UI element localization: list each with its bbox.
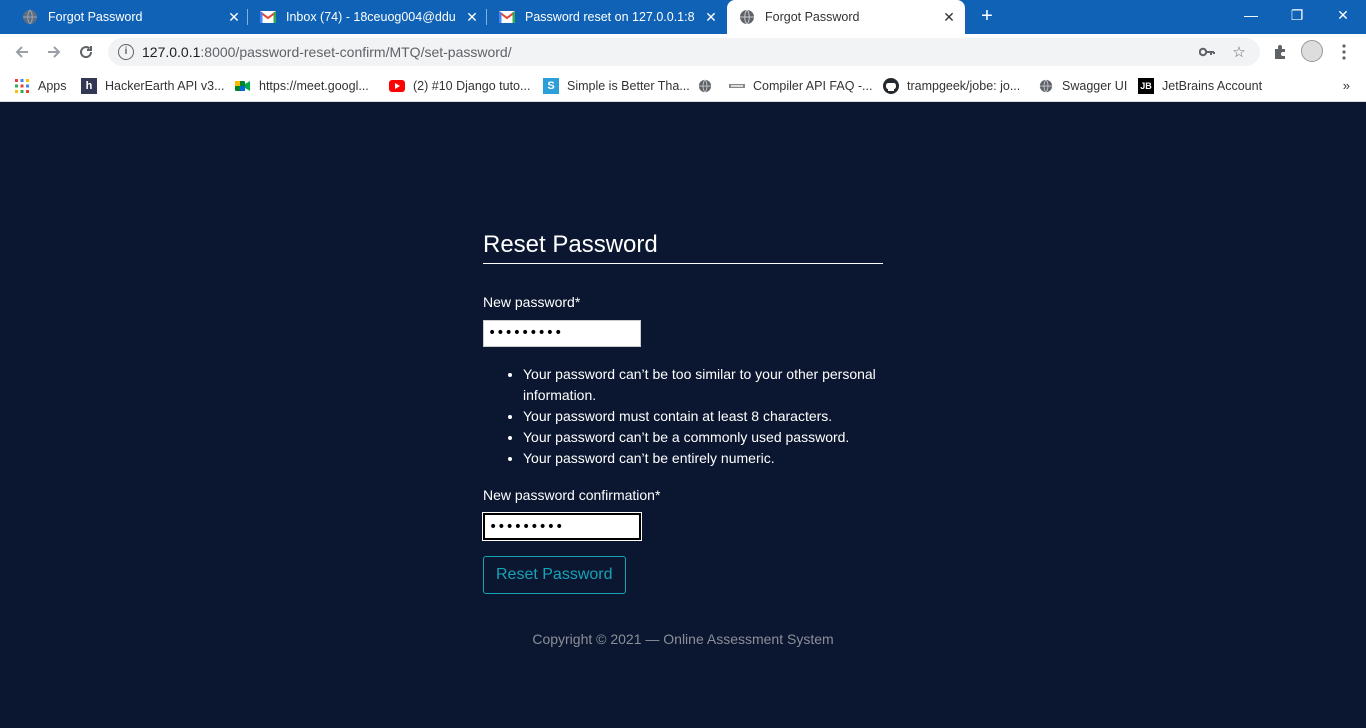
footer-copyright: Copyright © 2021 — Online Assessment Sys… xyxy=(532,631,834,647)
tab-forgot-password-active[interactable]: Forgot Password ✕ xyxy=(727,0,965,34)
forward-button[interactable] xyxy=(42,40,66,64)
minimize-button[interactable]: — xyxy=(1228,0,1274,30)
bookmark-simple-is-better[interactable]: S Simple is Better Tha... xyxy=(543,76,690,96)
hackerearth-icon: h xyxy=(81,78,97,94)
new-password-input[interactable]: ••••••••• xyxy=(483,320,641,347)
help-item: Your password can’t be entirely numeric. xyxy=(523,448,883,469)
gmail-icon xyxy=(260,9,276,25)
bookmark-jetbrains[interactable]: JB JetBrains Account xyxy=(1138,76,1262,96)
help-item: Your password can’t be too similar to yo… xyxy=(523,364,883,406)
star-icon[interactable]: ☆ xyxy=(1230,43,1248,61)
gmail-icon xyxy=(499,9,515,25)
bookmark-label: Apps xyxy=(38,79,67,93)
tab-strip: Forgot Password ✕ Inbox (74) - 18ceuog00… xyxy=(0,0,1366,34)
globe-icon xyxy=(1038,78,1054,94)
reset-password-form: Reset Password New password* ••••••••• Y… xyxy=(482,231,883,594)
bookmark-label: Compiler API FAQ -... xyxy=(753,79,873,93)
bookmark-label: HackerEarth API v3... xyxy=(105,79,225,93)
globe-icon xyxy=(697,78,713,94)
new-tab-button[interactable]: + xyxy=(977,6,997,26)
bookmark-google-meet[interactable]: https://meet.googl... xyxy=(235,76,369,96)
globe-icon xyxy=(739,9,755,25)
tab-title: Password reset on 127.0.0.1:8000 xyxy=(525,10,695,24)
tab-password-reset-email[interactable]: Password reset on 127.0.0.1:8000 ✕ xyxy=(489,0,725,34)
bookmark-label: Swagger UI xyxy=(1062,79,1128,93)
tab-title: Inbox (74) - 18ceuog004@ddu.ac xyxy=(286,10,456,24)
close-icon[interactable]: ✕ xyxy=(703,9,719,25)
extensions-icon[interactable] xyxy=(1270,42,1290,62)
password-help-list: Your password can’t be too similar to yo… xyxy=(483,364,883,469)
bookmark-compiler-api[interactable]: Compiler API FAQ -... xyxy=(729,76,872,96)
confirm-password-label: New password confirmation* xyxy=(483,487,661,503)
bookmark-globe[interactable] xyxy=(697,76,721,96)
restore-button[interactable]: ❐ xyxy=(1274,0,1320,30)
bookmark-swagger-ui[interactable]: Swagger UI xyxy=(1038,76,1127,96)
bookmark-label: JetBrains Account xyxy=(1162,79,1263,93)
key-icon[interactable] xyxy=(1198,43,1216,61)
help-item: Your password can’t be a commonly used p… xyxy=(523,427,883,448)
github-icon xyxy=(883,78,899,94)
tab-gmail-inbox[interactable]: Inbox (74) - 18ceuog004@ddu.ac ✕ xyxy=(250,0,486,34)
tab-title: Forgot Password xyxy=(48,10,143,24)
new-password-label: New password* xyxy=(483,294,581,310)
close-icon[interactable]: ✕ xyxy=(464,9,480,25)
reset-password-button[interactable]: Reset Password xyxy=(483,556,626,594)
bookmark-apps[interactable]: Apps xyxy=(14,76,67,96)
confirm-password-input[interactable]: ••••••••• xyxy=(482,512,642,541)
jetbrains-icon: JB xyxy=(1138,78,1154,94)
page-title: Reset Password xyxy=(483,231,883,264)
meet-icon xyxy=(235,78,251,94)
address-bar[interactable]: i 127.0.0.1:8000/password-reset-confirm/… xyxy=(108,38,1260,66)
tab-title: Forgot Password xyxy=(765,10,860,24)
bookmark-hackerearth[interactable]: h HackerEarth API v3... xyxy=(81,76,225,96)
youtube-icon xyxy=(389,78,405,94)
bookmark-youtube-django[interactable]: (2) #10 Django tuto... xyxy=(389,76,530,96)
bookmarks-overflow-button[interactable]: » xyxy=(1343,78,1350,93)
menu-kebab-icon[interactable] xyxy=(1334,42,1354,62)
bookmarks-bar: Apps h HackerEarth API v3... https://mee… xyxy=(0,70,1366,102)
bookmark-label: trampgeek/jobe: jo... xyxy=(907,79,1021,93)
simple-icon: S xyxy=(543,78,559,94)
reload-button[interactable] xyxy=(74,40,98,64)
browser-toolbar: i 127.0.0.1:8000/password-reset-confirm/… xyxy=(0,34,1366,70)
bookmark-label: Simple is Better Tha... xyxy=(567,79,690,93)
compiler-icon xyxy=(729,78,745,94)
page-content: Reset Password New password* ••••••••• Y… xyxy=(0,103,1366,728)
url-text: 127.0.0.1:8000/password-reset-confirm/MT… xyxy=(142,44,512,60)
info-icon[interactable]: i xyxy=(118,44,134,60)
bookmark-github-jobe[interactable]: trampgeek/jobe: jo... xyxy=(883,76,1020,96)
close-icon[interactable]: ✕ xyxy=(941,9,957,25)
close-icon[interactable]: ✕ xyxy=(226,9,242,25)
back-button[interactable] xyxy=(10,40,34,64)
help-item: Your password must contain at least 8 ch… xyxy=(523,406,883,427)
close-window-button[interactable]: ✕ xyxy=(1320,0,1366,30)
tab-forgot-password-1[interactable]: Forgot Password ✕ xyxy=(12,0,248,34)
bookmark-label: (2) #10 Django tuto... xyxy=(413,79,531,93)
globe-icon xyxy=(22,9,38,25)
apps-grid-icon xyxy=(14,78,30,94)
profile-avatar[interactable] xyxy=(1301,40,1323,62)
bookmark-label: https://meet.googl... xyxy=(259,79,369,93)
